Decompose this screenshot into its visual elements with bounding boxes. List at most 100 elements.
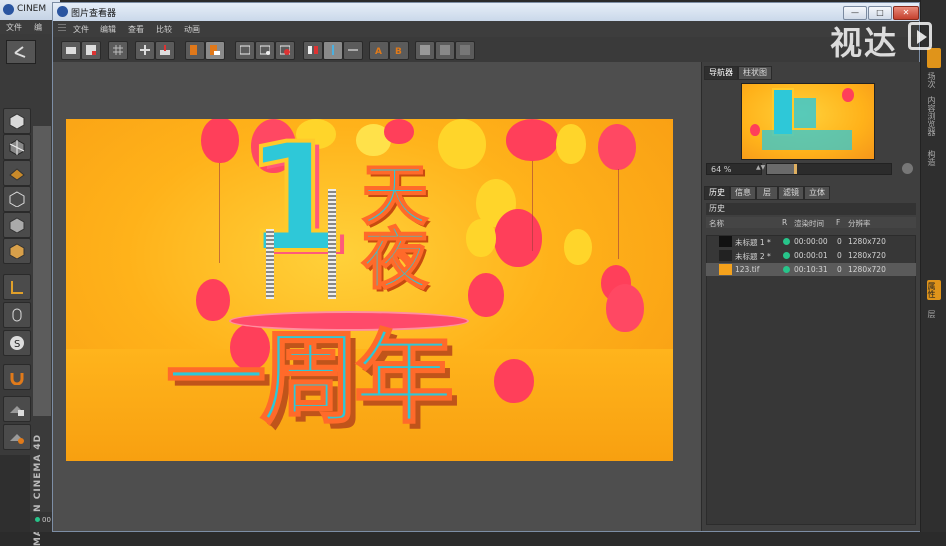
history-row[interactable]: 未标题 2 * 00:00:01 0 1280x720: [706, 249, 916, 262]
c4d-status-value: 00: [42, 516, 51, 524]
zoom-slider-knob[interactable]: [794, 164, 798, 174]
c4d-right-dock: 场次 内容浏览器 构造 属性 层: [920, 0, 946, 532]
menu-file[interactable]: 文件: [73, 24, 89, 35]
poly-tool-button[interactable]: [3, 212, 31, 238]
dock-tab-content-browser[interactable]: 内容浏览器: [926, 96, 937, 136]
svg-text:B: B: [395, 47, 402, 55]
tab-history[interactable]: 历史: [704, 186, 730, 200]
dock-tab-layers[interactable]: 层: [926, 310, 937, 318]
history-row-selected[interactable]: 123.tif 00:10:31 0 1280x720: [706, 263, 916, 276]
mouse-icon: [12, 308, 22, 322]
export-button[interactable]: [155, 41, 175, 60]
ab-compare-icon: [308, 46, 318, 54]
texture-tool-button[interactable]: [3, 160, 31, 186]
grid-button[interactable]: [108, 41, 128, 60]
tab-navigator[interactable]: 导航器: [704, 66, 738, 80]
frame2-button[interactable]: [255, 41, 275, 60]
zoom-slider[interactable]: [766, 163, 892, 175]
menu-edit[interactable]: 编辑: [100, 24, 116, 35]
col-frame[interactable]: F: [836, 218, 840, 227]
c4d-menu-file[interactable]: 文件: [6, 22, 22, 33]
workplane-button[interactable]: [3, 424, 31, 450]
channel3-button[interactable]: [455, 41, 475, 60]
split-button[interactable]: [323, 41, 343, 60]
channel3-icon: [460, 45, 470, 55]
col-name[interactable]: 名称: [709, 218, 724, 229]
history-time: 00:00:01: [794, 251, 828, 260]
menu-animation[interactable]: 动画: [184, 24, 200, 35]
col-render-time[interactable]: 渲染时间: [794, 218, 824, 229]
layer-icon: [190, 45, 197, 55]
c4d-menu-edit[interactable]: 编: [34, 22, 42, 33]
magnet-tool-button[interactable]: [3, 364, 31, 390]
render-region-button[interactable]: [275, 41, 295, 60]
channel-button[interactable]: [415, 41, 435, 60]
menu-view[interactable]: 查看: [128, 24, 144, 35]
thumb-balloon: [750, 124, 760, 136]
layer-b-button[interactable]: [205, 41, 225, 60]
tab-filter[interactable]: 滤镜: [778, 186, 804, 200]
balloon: [606, 284, 644, 332]
frame-icon: [240, 45, 250, 55]
status-dot-icon: [35, 517, 40, 522]
channel2-button[interactable]: [435, 41, 455, 60]
set-b-button[interactable]: B: [389, 41, 409, 60]
history-header: 历史: [706, 203, 916, 215]
snap-tool-button[interactable]: S: [3, 330, 31, 356]
lock-grid-icon: [10, 406, 24, 416]
balloon: [468, 273, 504, 317]
image-canvas[interactable]: 1 天 夜 一周年: [53, 62, 701, 531]
viewer-app-icon: [57, 6, 68, 17]
tab-layer[interactable]: 层: [756, 186, 778, 200]
export-icon: [160, 45, 170, 55]
split2-button[interactable]: [343, 41, 363, 60]
channel2-icon: [440, 45, 450, 55]
undo-button[interactable]: [6, 40, 36, 64]
brand-cinema4d: CINEMA 4D: [33, 433, 44, 500]
render-status-dot-icon: [783, 266, 790, 273]
history-row[interactable]: 未标题 1 * 00:00:00 0 1280x720: [706, 235, 916, 248]
lock-grid-button[interactable]: [3, 396, 31, 422]
menu-compare[interactable]: 比较: [156, 24, 172, 35]
thumb-text: [794, 98, 816, 128]
render-region-icon: [280, 45, 290, 55]
layer-a-button[interactable]: [185, 41, 205, 60]
wire-cube-icon: [9, 191, 25, 207]
frame-button[interactable]: [235, 41, 255, 60]
solid-tool-button[interactable]: [3, 238, 31, 264]
history-time: 00:00:00: [794, 237, 828, 246]
ab-compare-button[interactable]: [303, 41, 323, 60]
fit-button[interactable]: [135, 41, 155, 60]
dock-accent-icon: [927, 48, 941, 68]
balloon: [384, 119, 414, 144]
balloon: [466, 219, 496, 257]
tab-stereo[interactable]: 立体: [804, 186, 830, 200]
viewer-title: 图片查看器: [71, 9, 117, 19]
dock-tab-takes[interactable]: 场次: [926, 72, 937, 88]
set-a-button[interactable]: A: [369, 41, 389, 60]
fit-icon: [140, 45, 150, 55]
history-frame: 0: [837, 251, 842, 260]
col-resolution[interactable]: 分辨率: [848, 218, 871, 229]
zoom-value-field[interactable]: 64 %: [706, 163, 762, 175]
split-icon: [332, 45, 334, 55]
undo-icon: [14, 46, 26, 58]
history-frame: 0: [837, 237, 842, 246]
box-tool-button[interactable]: [3, 186, 31, 212]
zoom-spinner-icon[interactable]: ▲▼: [756, 164, 765, 171]
mouse-tool-button[interactable]: [3, 302, 31, 328]
save-button[interactable]: [81, 41, 101, 60]
tab-histogram[interactable]: 柱状图: [738, 66, 772, 80]
tab-info[interactable]: 信息: [730, 186, 756, 200]
navigator-thumbnail[interactable]: [741, 83, 875, 160]
balloon-string: [532, 161, 533, 251]
dock-tab-structure[interactable]: 构造: [926, 150, 937, 166]
scene-anniversary-text: 一周年: [165, 320, 455, 437]
open-button[interactable]: [61, 41, 81, 60]
axis-tool-button[interactable]: [3, 274, 31, 300]
checker-tool-button[interactable]: [3, 134, 31, 160]
col-r[interactable]: R: [782, 218, 787, 227]
zoom-reset-icon[interactable]: [902, 163, 913, 174]
cube-tool-button[interactable]: [3, 108, 31, 134]
dock-tab-attributes[interactable]: 属性: [926, 282, 937, 298]
